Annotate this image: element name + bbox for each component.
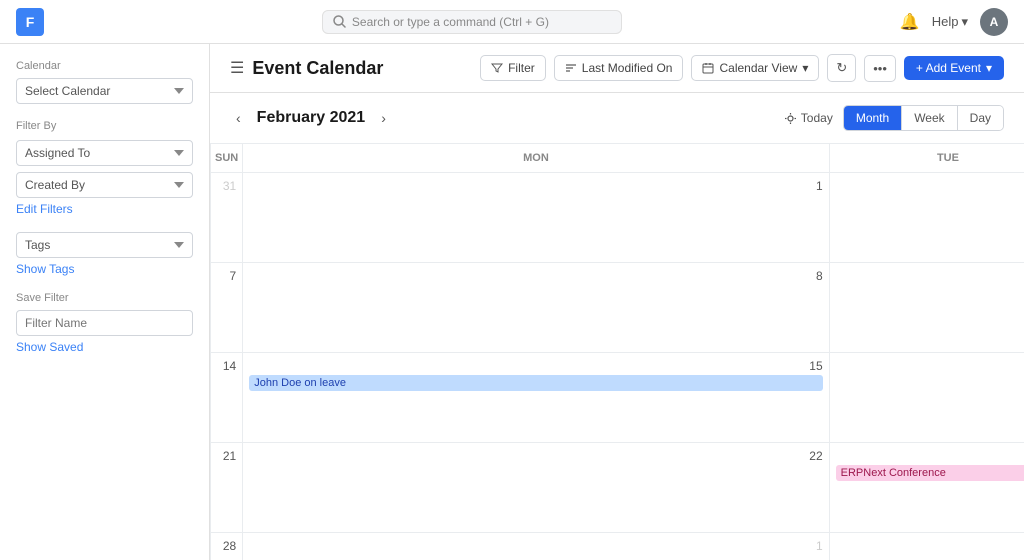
day-header-mon: MON — [243, 144, 829, 173]
event-title: ERPNext Conference — [841, 467, 946, 479]
chevron-down-icon: ▾ — [986, 61, 992, 75]
tags-select[interactable]: Tags — [16, 232, 193, 258]
calendar-section: Calendar Select Calendar — [16, 60, 193, 104]
event-title: John Doe on leave — [254, 377, 346, 389]
day-view-button[interactable]: Day — [958, 106, 1003, 130]
sort-label: Last Modified On — [582, 61, 673, 75]
cal-cell-31-jan[interactable]: 31 — [211, 173, 243, 263]
cal-cell-feb-21[interactable]: 21 — [211, 443, 243, 533]
search-placeholder: Search or type a command (Ctrl + G) — [352, 15, 549, 29]
chevron-down-icon: ▾ — [961, 14, 968, 30]
calendar-nav: ‹ February 2021 › — [230, 108, 392, 128]
cal-cell-feb-9[interactable]: 9 — [830, 263, 1024, 353]
cal-cell-feb-23[interactable]: 23 ERPNext Conference — [830, 443, 1024, 533]
filter-icon — [491, 62, 503, 74]
tags-section: Tags Show Tags — [16, 232, 193, 276]
cal-cell-feb-22[interactable]: 22 — [243, 443, 829, 533]
filter-button[interactable]: Filter — [480, 55, 546, 81]
sidebar: Calendar Select Calendar Filter By Assig… — [0, 44, 210, 560]
app-logo[interactable]: F — [16, 8, 44, 36]
search-bar[interactable]: Search or type a command (Ctrl + G) — [322, 10, 622, 34]
header-actions: Filter Last Modified On Calendar View ▾ … — [480, 54, 1004, 82]
view-btn-group: Month Week Day — [843, 105, 1004, 131]
today-label: Today — [801, 111, 833, 125]
add-event-button[interactable]: + Add Event ▾ — [904, 56, 1004, 80]
cal-cell-feb-2[interactable]: 2 — [830, 173, 1024, 263]
save-filter-label: Save Filter — [16, 292, 193, 304]
save-filter-section: Save Filter Show Saved — [16, 292, 193, 354]
prev-month-button[interactable]: ‹ — [230, 108, 247, 128]
calendar-container: ‹ February 2021 › Today Month Week Day — [210, 93, 1024, 560]
calendar-icon — [702, 62, 714, 74]
created-by-select[interactable]: Created By — [16, 172, 193, 198]
calendar-view-button[interactable]: Calendar View ▾ — [691, 55, 819, 81]
show-saved-link[interactable]: Show Saved — [16, 340, 83, 354]
chevron-down-icon: ▾ — [802, 61, 808, 75]
month-view-button[interactable]: Month — [844, 106, 902, 130]
calendar-view-buttons: Today Month Week Day — [784, 105, 1004, 131]
calendar-view-label: Calendar View — [719, 61, 797, 75]
day-header-sun: SUN — [211, 144, 243, 173]
refresh-button[interactable]: ↻ — [827, 54, 856, 82]
edit-filters-link[interactable]: Edit Filters — [16, 202, 73, 216]
topbar: F Search or type a command (Ctrl + G) 🔔 … — [0, 0, 1024, 44]
calendar-select[interactable]: Select Calendar — [16, 78, 193, 104]
john-doe-event[interactable]: John Doe on leave — [249, 375, 822, 391]
cal-cell-mar-2[interactable]: 2 — [830, 533, 1024, 560]
add-event-label: + Add Event — [916, 61, 981, 75]
cal-cell-feb-15[interactable]: 15 John Doe on leave — [243, 353, 829, 443]
sun-icon — [784, 112, 797, 125]
page-title: Event Calendar — [252, 58, 383, 79]
main-layout: Calendar Select Calendar Filter By Assig… — [0, 44, 1024, 560]
sort-button[interactable]: Last Modified On — [554, 55, 684, 81]
filter-by-label: Filter By — [16, 120, 193, 132]
more-button[interactable]: ••• — [864, 55, 896, 82]
calendar-grid: SUN MON TUE WED THU FRI SAT 31 1 2 3 Foo… — [210, 144, 1024, 560]
avatar[interactable]: A — [980, 8, 1008, 36]
filter-by-section: Filter By Assigned To Created By Edit Fi… — [16, 120, 193, 216]
month-year-title: February 2021 — [257, 109, 366, 127]
topbar-left: F — [16, 8, 44, 36]
show-tags-link[interactable]: Show Tags — [16, 262, 74, 276]
search-icon — [333, 15, 346, 28]
cal-cell-feb-16[interactable]: 16 — [830, 353, 1024, 443]
next-month-button[interactable]: › — [375, 108, 392, 128]
help-button[interactable]: Help ▾ — [932, 14, 968, 30]
erpnext-conf-event[interactable]: ERPNext Conference — [836, 465, 1024, 481]
topbar-center: Search or type a command (Ctrl + G) — [322, 10, 622, 34]
notifications-button[interactable]: 🔔 — [900, 12, 920, 32]
calendar-header: ‹ February 2021 › Today Month Week Day — [210, 93, 1024, 144]
sort-icon — [565, 62, 577, 74]
cal-cell-feb-14[interactable]: 14 — [211, 353, 243, 443]
page-title-group: ☰ Event Calendar — [230, 58, 383, 79]
cal-cell-feb-8[interactable]: 8 — [243, 263, 829, 353]
filter-name-input[interactable] — [16, 310, 193, 336]
content-area: ☰ Event Calendar Filter Last Modified On… — [210, 44, 1024, 560]
calendar-label: Calendar — [16, 60, 193, 72]
page-header: ☰ Event Calendar Filter Last Modified On… — [210, 44, 1024, 93]
cal-cell-feb-7[interactable]: 7 — [211, 263, 243, 353]
day-header-tue: TUE — [830, 144, 1024, 173]
assigned-to-select[interactable]: Assigned To — [16, 140, 193, 166]
cal-cell-feb-1[interactable]: 1 — [243, 173, 829, 263]
cal-cell-mar-1[interactable]: 1 — [243, 533, 829, 560]
today-button[interactable]: Today — [784, 111, 833, 125]
cal-cell-feb-28[interactable]: 28 — [211, 533, 243, 560]
week-view-button[interactable]: Week — [902, 106, 957, 130]
sidebar-toggle-button[interactable]: ☰ — [230, 58, 244, 78]
topbar-right: 🔔 Help ▾ A — [900, 8, 1008, 36]
filter-label: Filter — [508, 61, 535, 75]
